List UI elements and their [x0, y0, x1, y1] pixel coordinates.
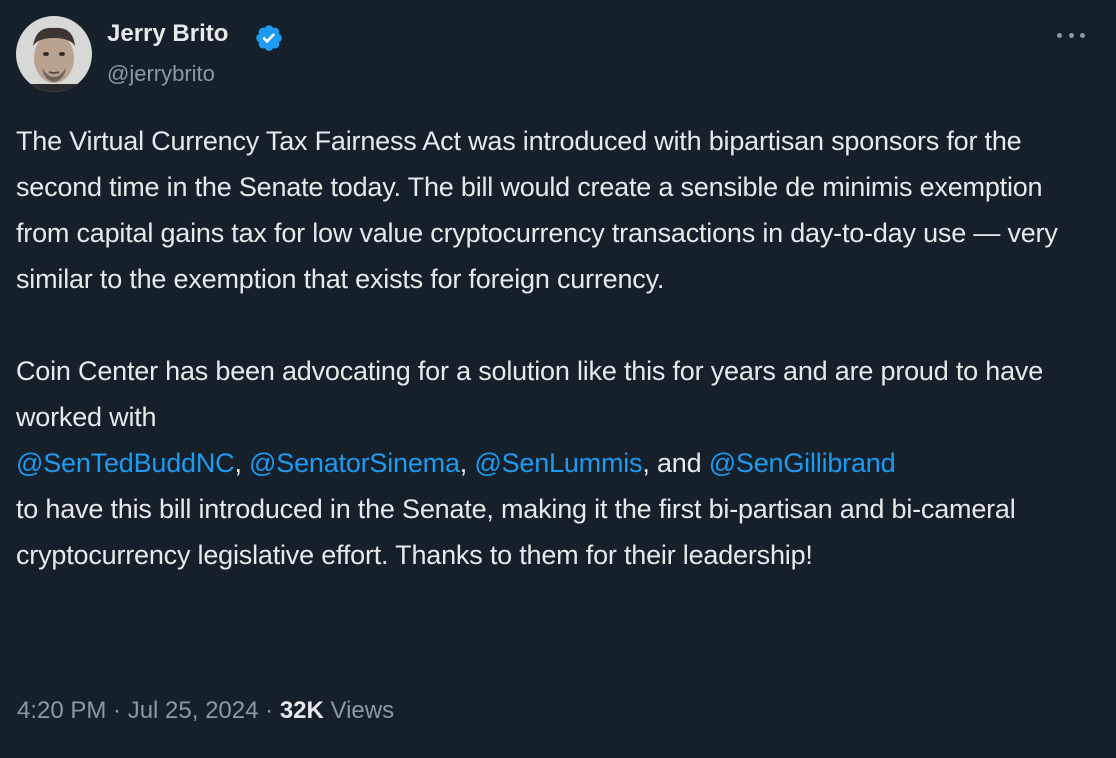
mention-separator: , and	[642, 448, 709, 478]
more-dot-icon	[1068, 32, 1074, 38]
tweet-card: Jerry Brito @jerrybrito The Virtual Curr…	[0, 0, 1116, 758]
meta-separator: ·	[258, 697, 280, 724]
more-dot-icon	[1057, 32, 1062, 38]
mention-sengillibrand-link[interactable]: @SenGillibrand	[709, 448, 896, 478]
mention-separator: ,	[459, 448, 475, 478]
verified-badge-icon[interactable]	[253, 23, 285, 53]
tweet-meta: 4:20 PM · Jul 25, 2024 · 32K Views	[17, 697, 394, 725]
tweet-paragraph-1: The Virtual Currency Tax Fairness Act wa…	[16, 126, 1058, 294]
author-avatar[interactable]	[16, 16, 92, 92]
author-name[interactable]: Jerry Brito	[107, 20, 228, 48]
author-handle[interactable]: @jerrybrito	[107, 61, 215, 87]
more-dot-icon	[1080, 32, 1085, 38]
mention-senlummis-link[interactable]: @SenLummis	[474, 448, 642, 478]
profile-photo-icon	[16, 16, 92, 92]
mention-separator: ,	[234, 448, 250, 478]
paragraph-2-outro: to have this bill introduced in the Sena…	[16, 494, 1016, 570]
tweet-timestamp[interactable]: 4:20 PM · Jul 25, 2024	[17, 697, 258, 724]
tweet-paragraph-2: Coin Center has been advocating for a so…	[16, 348, 1101, 578]
more-options-button[interactable]	[1054, 22, 1088, 48]
mention-senatorsinema-link[interactable]: @SenatorSinema	[249, 448, 460, 478]
tweet-text: The Virtual Currency Tax Fairness Act wa…	[16, 118, 1101, 578]
views-label: Views	[323, 697, 395, 724]
views-count: 32K	[279, 697, 324, 724]
paragraph-2-intro: Coin Center has been advocating for a so…	[16, 356, 1044, 432]
mention-senteddbuddnc-link[interactable]: @SenTedBuddNC	[16, 448, 235, 478]
